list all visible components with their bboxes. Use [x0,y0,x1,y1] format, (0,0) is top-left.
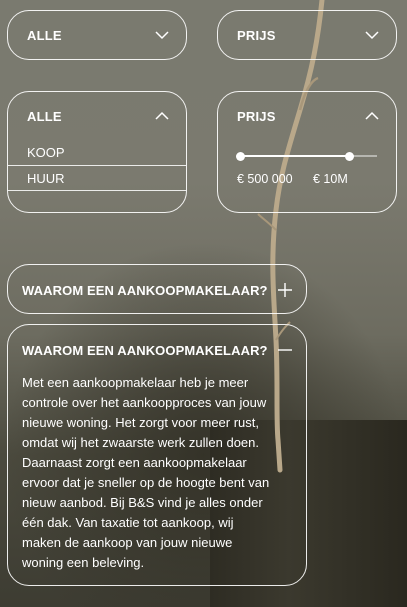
price-slider-max-handle[interactable] [345,151,355,161]
faq-question[interactable]: WAAROM EEN AANKOOPMAKELAAR? [22,343,268,358]
price-slider-range [240,155,350,157]
faq-answer-line: omdat wij het zwaarste werk zullen doen. [22,435,260,450]
price-select-value[interactable]: PRIJS [237,109,276,124]
faq-question: WAAROM EEN AANKOOPMAKELAAR? [22,283,268,298]
option-koop[interactable]: KOOP [8,145,186,160]
faq-answer-line: woning een beleving. [22,555,145,570]
faq-answer-line: maken de aankoop van jouw nieuwe [22,535,233,550]
plus-icon [278,283,292,297]
price-select-collapsed[interactable]: PRIJS [217,10,397,60]
price-select-value: PRIJS [237,28,276,43]
chevron-up-icon[interactable] [155,109,169,123]
faq-item-collapsed[interactable]: WAAROM EEN AANKOOPMAKELAAR? [7,264,307,314]
faq-answer-line: controle over het aankoopproces van jouw [22,395,267,410]
faq-answer: Met een aankoopmakelaar heb je meer contr… [22,373,294,573]
type-select-value: ALLE [27,28,62,43]
type-select-collapsed[interactable]: ALLE [7,10,187,60]
type-select-expanded: ALLE KOOP HUUR [7,91,187,213]
faq-answer-line: ervoor dat je sneller op de hoogte bent … [22,475,270,490]
faq-answer-line: Daarnaast zorgt een aankoopmakelaar [22,455,247,470]
option-divider [8,165,186,166]
faq-answer-line: nieuwe woning. Het zorgt voor meer rust, [22,415,259,430]
faq-answer-line: Met een aankoopmakelaar heb je meer [22,375,249,390]
faq-answer-line: één dak. Van taxatie tot aankoop, wij [22,515,234,530]
chevron-down-icon [365,28,379,42]
option-divider [8,190,186,191]
price-slider-min-handle[interactable] [235,151,245,161]
chevron-down-icon [155,28,169,42]
minus-icon[interactable] [278,343,292,357]
type-select-value[interactable]: ALLE [27,109,62,124]
price-min-label: € 500 000 [237,172,293,186]
price-max-label: € 10M [313,172,348,186]
option-huur[interactable]: HUUR [8,171,186,186]
price-select-expanded: PRIJS [217,91,397,213]
chevron-up-icon[interactable] [365,109,379,123]
faq-answer-line: nieuw aanbod. Bij B&S vind je alles onde… [22,495,263,510]
